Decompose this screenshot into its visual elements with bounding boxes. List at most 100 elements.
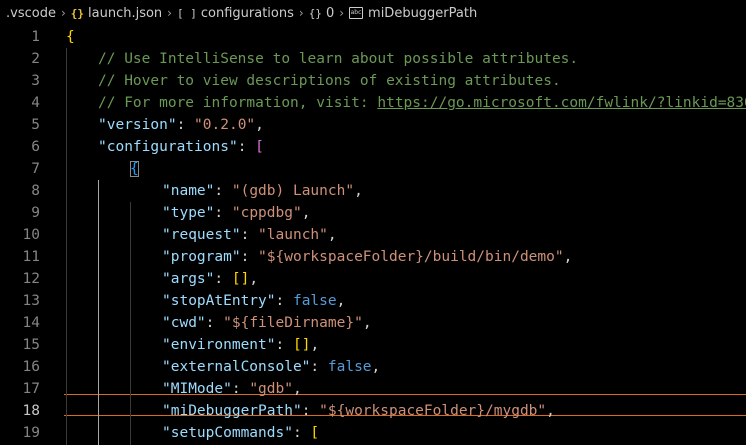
code-token: "program": [162, 249, 241, 265]
code-text: "cwd": "${fileDirname}",: [162, 312, 372, 334]
code-token: "request": [162, 227, 241, 243]
breadcrumb-item-index-0[interactable]: {} 0: [309, 6, 335, 21]
code-line[interactable]: 10 "request": "launch",: [0, 224, 746, 246]
code-line[interactable]: 6 "configurations": [: [0, 136, 746, 158]
code-token: :: [214, 205, 232, 221]
code-token: "${workspaceFolder}/mygdb": [319, 403, 547, 419]
code-token: []: [292, 337, 311, 353]
line-number: 8: [31, 183, 40, 199]
line-number: 10: [22, 227, 40, 243]
code-token: "name": [162, 183, 215, 199]
code-token: []: [231, 271, 250, 287]
code-text: "stopAtEntry": false,: [162, 290, 345, 312]
breadcrumb-item-launch-json[interactable]: {} launch.json: [71, 6, 162, 21]
code-token: // Hover to view descriptions of existin…: [98, 73, 561, 89]
code-text: "configurations": [: [98, 136, 264, 158]
line-number: 18: [22, 403, 40, 419]
code-line[interactable]: 9 "type": "cppdbg",: [0, 202, 746, 224]
chevron-right-icon: ›: [339, 6, 345, 20]
line-number: 17: [22, 381, 40, 397]
code-editor[interactable]: .vscode › {} launch.json › [ ] configura…: [0, 0, 746, 445]
breadcrumb-item-vscode-folder[interactable]: .vscode: [6, 6, 56, 21]
code-token: :: [231, 381, 250, 397]
code-token: // For more information, visit:: [98, 95, 378, 111]
code-token: "cwd": [162, 315, 206, 331]
code-text: "MIMode": "gdb",: [162, 378, 302, 400]
code-token: :: [240, 249, 259, 265]
code-line[interactable]: 14 "cwd": "${fileDirname}",: [0, 312, 746, 334]
code-token: :: [275, 293, 293, 309]
line-number: 12: [22, 271, 40, 287]
code-line[interactable]: 3 // Hover to view descriptions of existi…: [0, 70, 746, 92]
code-link[interactable]: https://go.microsoft.com/fwlink/?linkid=…: [377, 95, 746, 111]
line-number: 4: [31, 95, 40, 111]
code-line[interactable]: 4 // For more information, visit: https:/…: [0, 92, 746, 114]
code-text: "version": "0.2.0",: [98, 114, 264, 136]
line-number: 5: [31, 117, 40, 133]
code-line[interactable]: 15 "environment": [],: [0, 334, 746, 356]
code-token: ,: [292, 381, 302, 397]
object-icon: {}: [308, 6, 322, 20]
code-token: :: [205, 315, 224, 331]
code-text: "setupCommands": [: [162, 422, 319, 444]
code-token: "MIMode": [162, 381, 232, 397]
code-area[interactable]: 1{2// Use IntelliSense to learn about po…: [0, 26, 746, 445]
code-token: ,: [310, 337, 320, 353]
code-token: ,: [336, 293, 346, 309]
code-text: // Hover to view descriptions of existin…: [98, 70, 561, 92]
code-token: ,: [255, 117, 264, 133]
code-line[interactable]: 17 "MIMode": "gdb",: [0, 378, 746, 400]
code-line[interactable]: 12 "args": [],: [0, 268, 746, 290]
breadcrumb-label: launch.json: [88, 5, 163, 21]
breadcrumb-item-midebuggerpath[interactable]: abc miDebuggerPath: [349, 6, 477, 21]
code-token: :: [214, 183, 232, 199]
line-number: 1: [31, 29, 40, 45]
code-token: ,: [327, 227, 337, 243]
code-text: // For more information, visit: https://…: [98, 92, 746, 114]
code-token: :: [176, 117, 195, 133]
code-token: "launch": [258, 227, 328, 243]
code-token: "cppdbg": [231, 205, 302, 221]
code-token: "configurations": [98, 139, 238, 155]
code-token: :: [292, 425, 311, 441]
code-token: "args": [162, 271, 215, 287]
chevron-right-icon: ›: [167, 6, 172, 20]
breadcrumb-label: miDebuggerPath: [368, 5, 478, 21]
code-token: "(gdb) Launch": [231, 183, 355, 199]
code-line[interactable]: 5 "version": "0.2.0",: [0, 114, 746, 136]
code-line[interactable]: 19 "setupCommands": [: [0, 422, 746, 444]
code-line[interactable]: 1{: [0, 26, 746, 48]
code-token: "0.2.0": [194, 117, 256, 133]
code-line[interactable]: 8 "name": "(gdb) Launch",: [0, 180, 746, 202]
code-token: {: [66, 29, 75, 45]
code-text: "name": "(gdb) Launch",: [162, 180, 363, 202]
code-text: "externalConsole": false,: [162, 356, 380, 378]
line-number: 16: [22, 359, 40, 375]
line-number: 3: [31, 73, 40, 89]
code-line[interactable]: 18 "miDebuggerPath": "${workspaceFolder}/…: [0, 400, 746, 422]
line-number: 2: [31, 51, 40, 67]
code-token: ,: [249, 271, 259, 287]
code-token: ,: [362, 315, 372, 331]
chevron-right-icon: ›: [298, 6, 304, 20]
code-line[interactable]: 13 "stopAtEntry": false,: [0, 290, 746, 312]
breadcrumb-item-configurations[interactable]: [ ] configurations: [177, 6, 294, 21]
code-line[interactable]: 16 "externalConsole": false,: [0, 356, 746, 378]
line-number: 6: [31, 139, 40, 155]
code-token: "${fileDirname}": [223, 315, 363, 331]
line-number: 14: [22, 315, 40, 331]
code-text: "request": "launch",: [162, 224, 337, 246]
code-line[interactable]: 7{: [0, 158, 746, 180]
line-number: 19: [22, 425, 40, 441]
line-number: 7: [31, 161, 40, 177]
code-token: ,: [563, 249, 573, 265]
breadcrumb: .vscode › {} launch.json › [ ] configura…: [0, 0, 746, 26]
code-line[interactable]: 11 "program": "${workspaceFolder}/build/b…: [0, 246, 746, 268]
code-token: ,: [371, 359, 381, 375]
code-text: "args": [],: [162, 268, 258, 290]
array-icon: [ ]: [176, 6, 197, 20]
property-icon: abc: [349, 7, 364, 19]
code-line[interactable]: 2 // Use IntelliSense to learn about poss…: [0, 48, 746, 70]
code-token: ,: [301, 205, 311, 221]
line-number: 9: [31, 205, 40, 221]
